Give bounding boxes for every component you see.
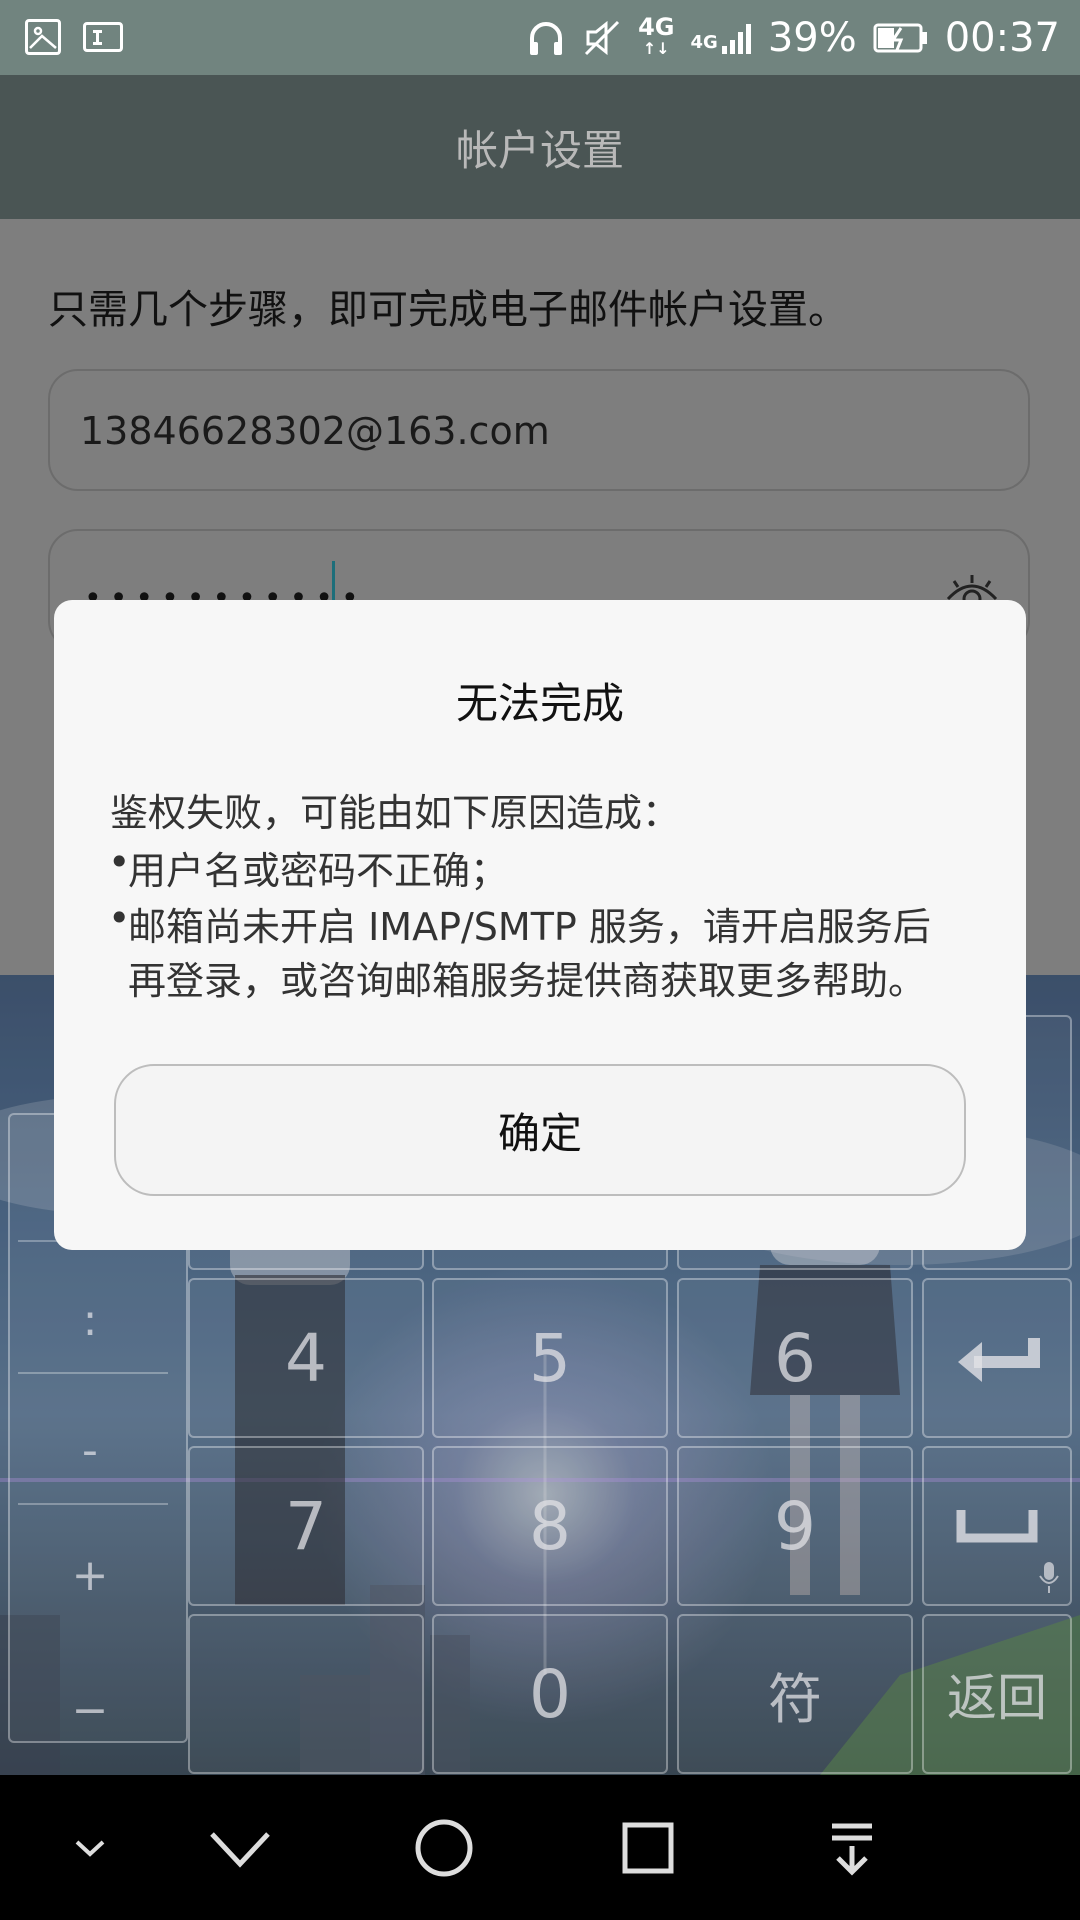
reason-1: 用户名或密码不正确； [128,849,509,893]
nav-home[interactable] [394,1775,494,1920]
nav-back[interactable] [190,1775,290,1920]
collapse-icon [75,1840,105,1857]
dialog-title: 无法完成 [455,679,624,728]
back-icon [210,1831,270,1868]
nav-collapse[interactable] [40,1775,140,1920]
reason-2-line-1: 邮箱尚未开启 IMAP/SMTP 服务，请开启服务后 [128,905,931,949]
nav-notifications[interactable] [802,1775,902,1920]
error-dialog: 无法完成 鉴权失败，可能由如下原因造成： • 用户名或密码不正确； • 邮箱尚未… [54,600,1026,1250]
reason-2-line-2: 再登录，或咨询邮箱服务提供商获取更多帮助。 [128,959,927,1003]
ok-button[interactable]: 确定 [114,1064,966,1196]
recents-icon [622,1822,674,1873]
dialog-message: 鉴权失败，可能由如下原因造成： [110,791,681,835]
navigation-bar [0,1775,1080,1920]
notification-icon [832,1823,872,1876]
home-icon [415,1819,473,1876]
nav-recents[interactable] [598,1775,698,1920]
